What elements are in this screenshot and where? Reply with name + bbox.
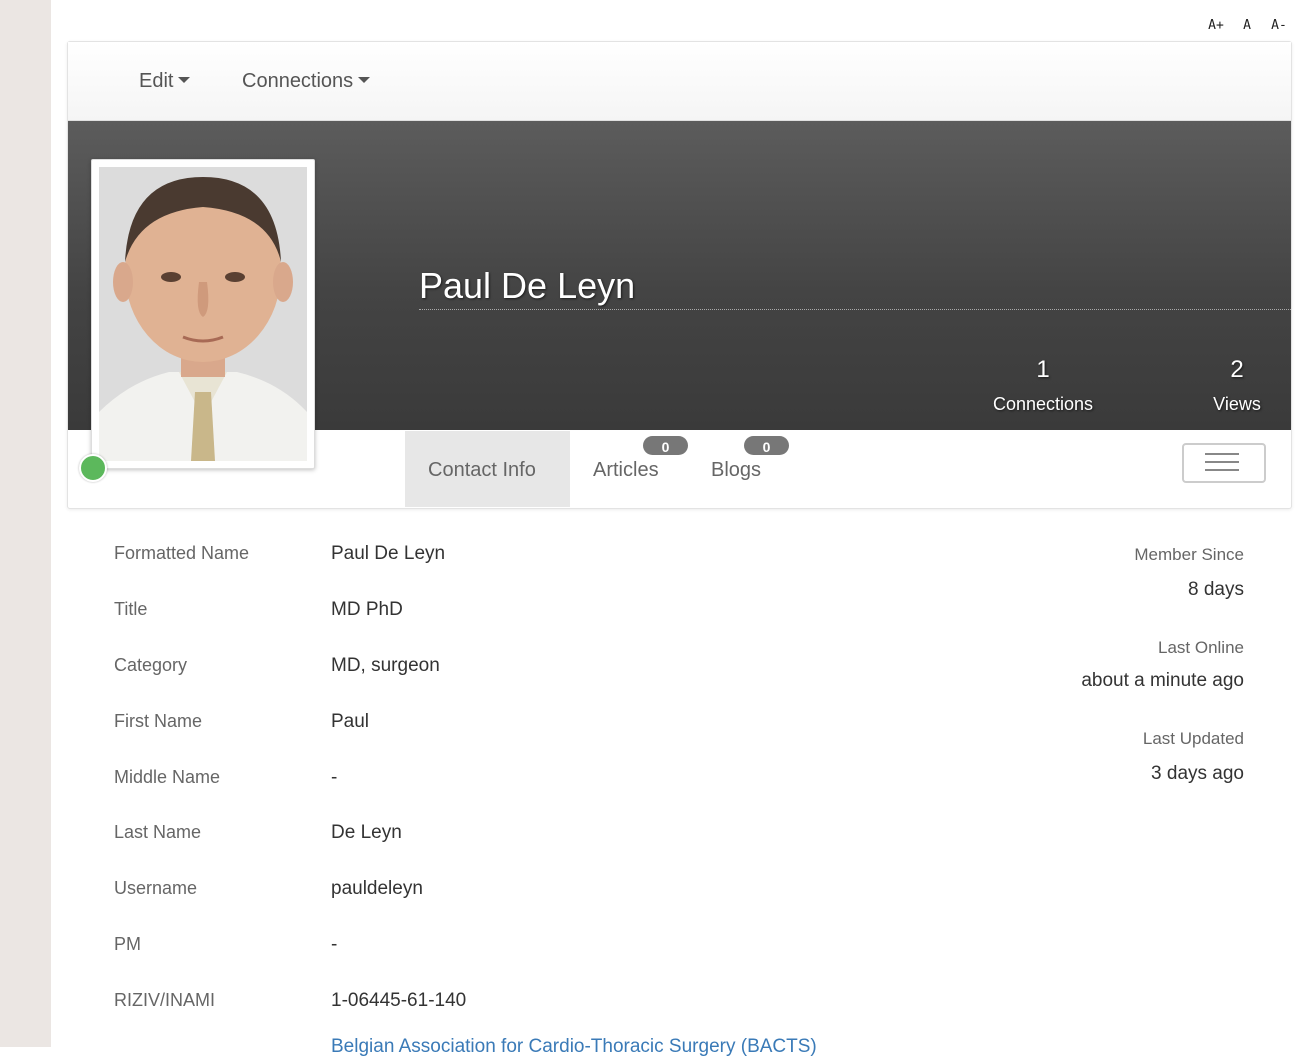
tab-contact-info-label: Contact Info: [428, 459, 536, 481]
tab-articles-label: Articles: [593, 459, 659, 481]
left-sidebar-strip: [0, 0, 51, 1047]
field-title: Title MD PhD: [114, 599, 714, 629]
hamburger-icon: [1205, 453, 1239, 455]
field-value: -: [331, 934, 338, 955]
views-stat: 2 Views: [1207, 356, 1267, 415]
field-label: Category: [114, 655, 188, 675]
field-pm: PM -: [114, 934, 714, 964]
field-username: Username pauldeleyn: [114, 878, 714, 908]
field-first-name: First Name Paul: [114, 711, 714, 741]
tab-contact-info[interactable]: Contact Info: [405, 431, 570, 507]
edit-dropdown-label: Edit: [139, 70, 174, 92]
last-updated: Last Updated 3 days ago: [1143, 729, 1244, 785]
field-label: Username: [114, 878, 198, 898]
member-since-value: 8 days: [1188, 579, 1244, 600]
avatar[interactable]: [91, 159, 315, 469]
views-count: 2: [1230, 356, 1244, 383]
last-online: Last Online about a minute ago: [1081, 638, 1244, 692]
field-label: Middle Name: [114, 767, 221, 787]
profile-card: Edit Connections Paul De Leyn 1 Connecti…: [67, 41, 1292, 509]
hamburger-icon: [1205, 469, 1239, 471]
blogs-count-badge: 0: [744, 436, 789, 455]
font-size-controls: A+ A A-: [1201, 18, 1295, 33]
association-link[interactable]: Belgian Association for Cardio-Thoracic …: [331, 1036, 817, 1058]
profile-toolbar: Edit Connections: [68, 42, 1291, 121]
field-riziv-inami: RIZIV/INAMI 1-06445-61-140: [114, 990, 714, 1020]
connections-dropdown-label: Connections: [242, 70, 354, 92]
field-label: RIZIV/INAMI: [114, 990, 216, 1010]
field-value: De Leyn: [331, 822, 402, 843]
person-portrait-icon: [99, 167, 307, 461]
profile-name: Paul De Leyn: [419, 265, 1291, 310]
field-label: Title: [114, 599, 148, 619]
articles-count-badge: 0: [643, 436, 688, 455]
last-online-value: about a minute ago: [1081, 670, 1244, 691]
connections-dropdown-button[interactable]: Connections: [242, 70, 371, 93]
field-value: -: [331, 767, 338, 788]
tab-blogs-label: Blogs: [711, 459, 762, 481]
field-value: Paul De Leyn: [331, 543, 446, 564]
tab-articles[interactable]: 0 Articles: [593, 431, 688, 507]
last-updated-value: 3 days ago: [1151, 763, 1244, 784]
views-stat-label: Views: [1213, 394, 1261, 414]
field-value: MD PhD: [331, 599, 403, 620]
field-formatted-name: Formatted Name Paul De Leyn: [114, 543, 714, 573]
connections-count: 1: [1036, 356, 1050, 383]
menu-toggle-button[interactable]: [1182, 443, 1266, 483]
profile-photo: [99, 167, 307, 461]
field-last-name: Last Name De Leyn: [114, 822, 714, 852]
field-label: First Name: [114, 711, 203, 731]
field-middle-name: Middle Name -: [114, 767, 714, 797]
hamburger-icon: [1205, 461, 1239, 463]
field-label: Formatted Name: [114, 543, 250, 563]
chevron-down-icon: [178, 77, 191, 83]
last-updated-label: Last Updated: [1142, 729, 1244, 748]
connections-stat[interactable]: 1 Connections: [983, 356, 1103, 415]
font-increase-button[interactable]: A+: [1201, 18, 1231, 33]
chevron-down-icon: [358, 77, 371, 83]
field-value: pauldeleyn: [331, 878, 423, 899]
field-value: MD, surgeon: [331, 655, 440, 676]
field-label: PM: [114, 934, 141, 954]
online-status-indicator: [79, 454, 107, 482]
font-normal-button[interactable]: A: [1231, 18, 1263, 33]
edit-dropdown-button[interactable]: Edit: [139, 70, 191, 93]
connections-stat-label: Connections: [992, 394, 1094, 414]
tab-blogs[interactable]: 0 Blogs: [711, 431, 789, 507]
last-online-label: Last Online: [1158, 638, 1244, 657]
member-since: Member Since 8 days: [1134, 545, 1244, 601]
member-since-label: Member Since: [1134, 545, 1244, 564]
field-category: Category MD, surgeon: [114, 655, 714, 685]
field-label: Last Name: [114, 822, 202, 842]
field-value: 1-06445-61-140: [331, 990, 467, 1011]
field-value: Paul: [331, 711, 370, 732]
font-decrease-button[interactable]: A-: [1263, 18, 1295, 33]
